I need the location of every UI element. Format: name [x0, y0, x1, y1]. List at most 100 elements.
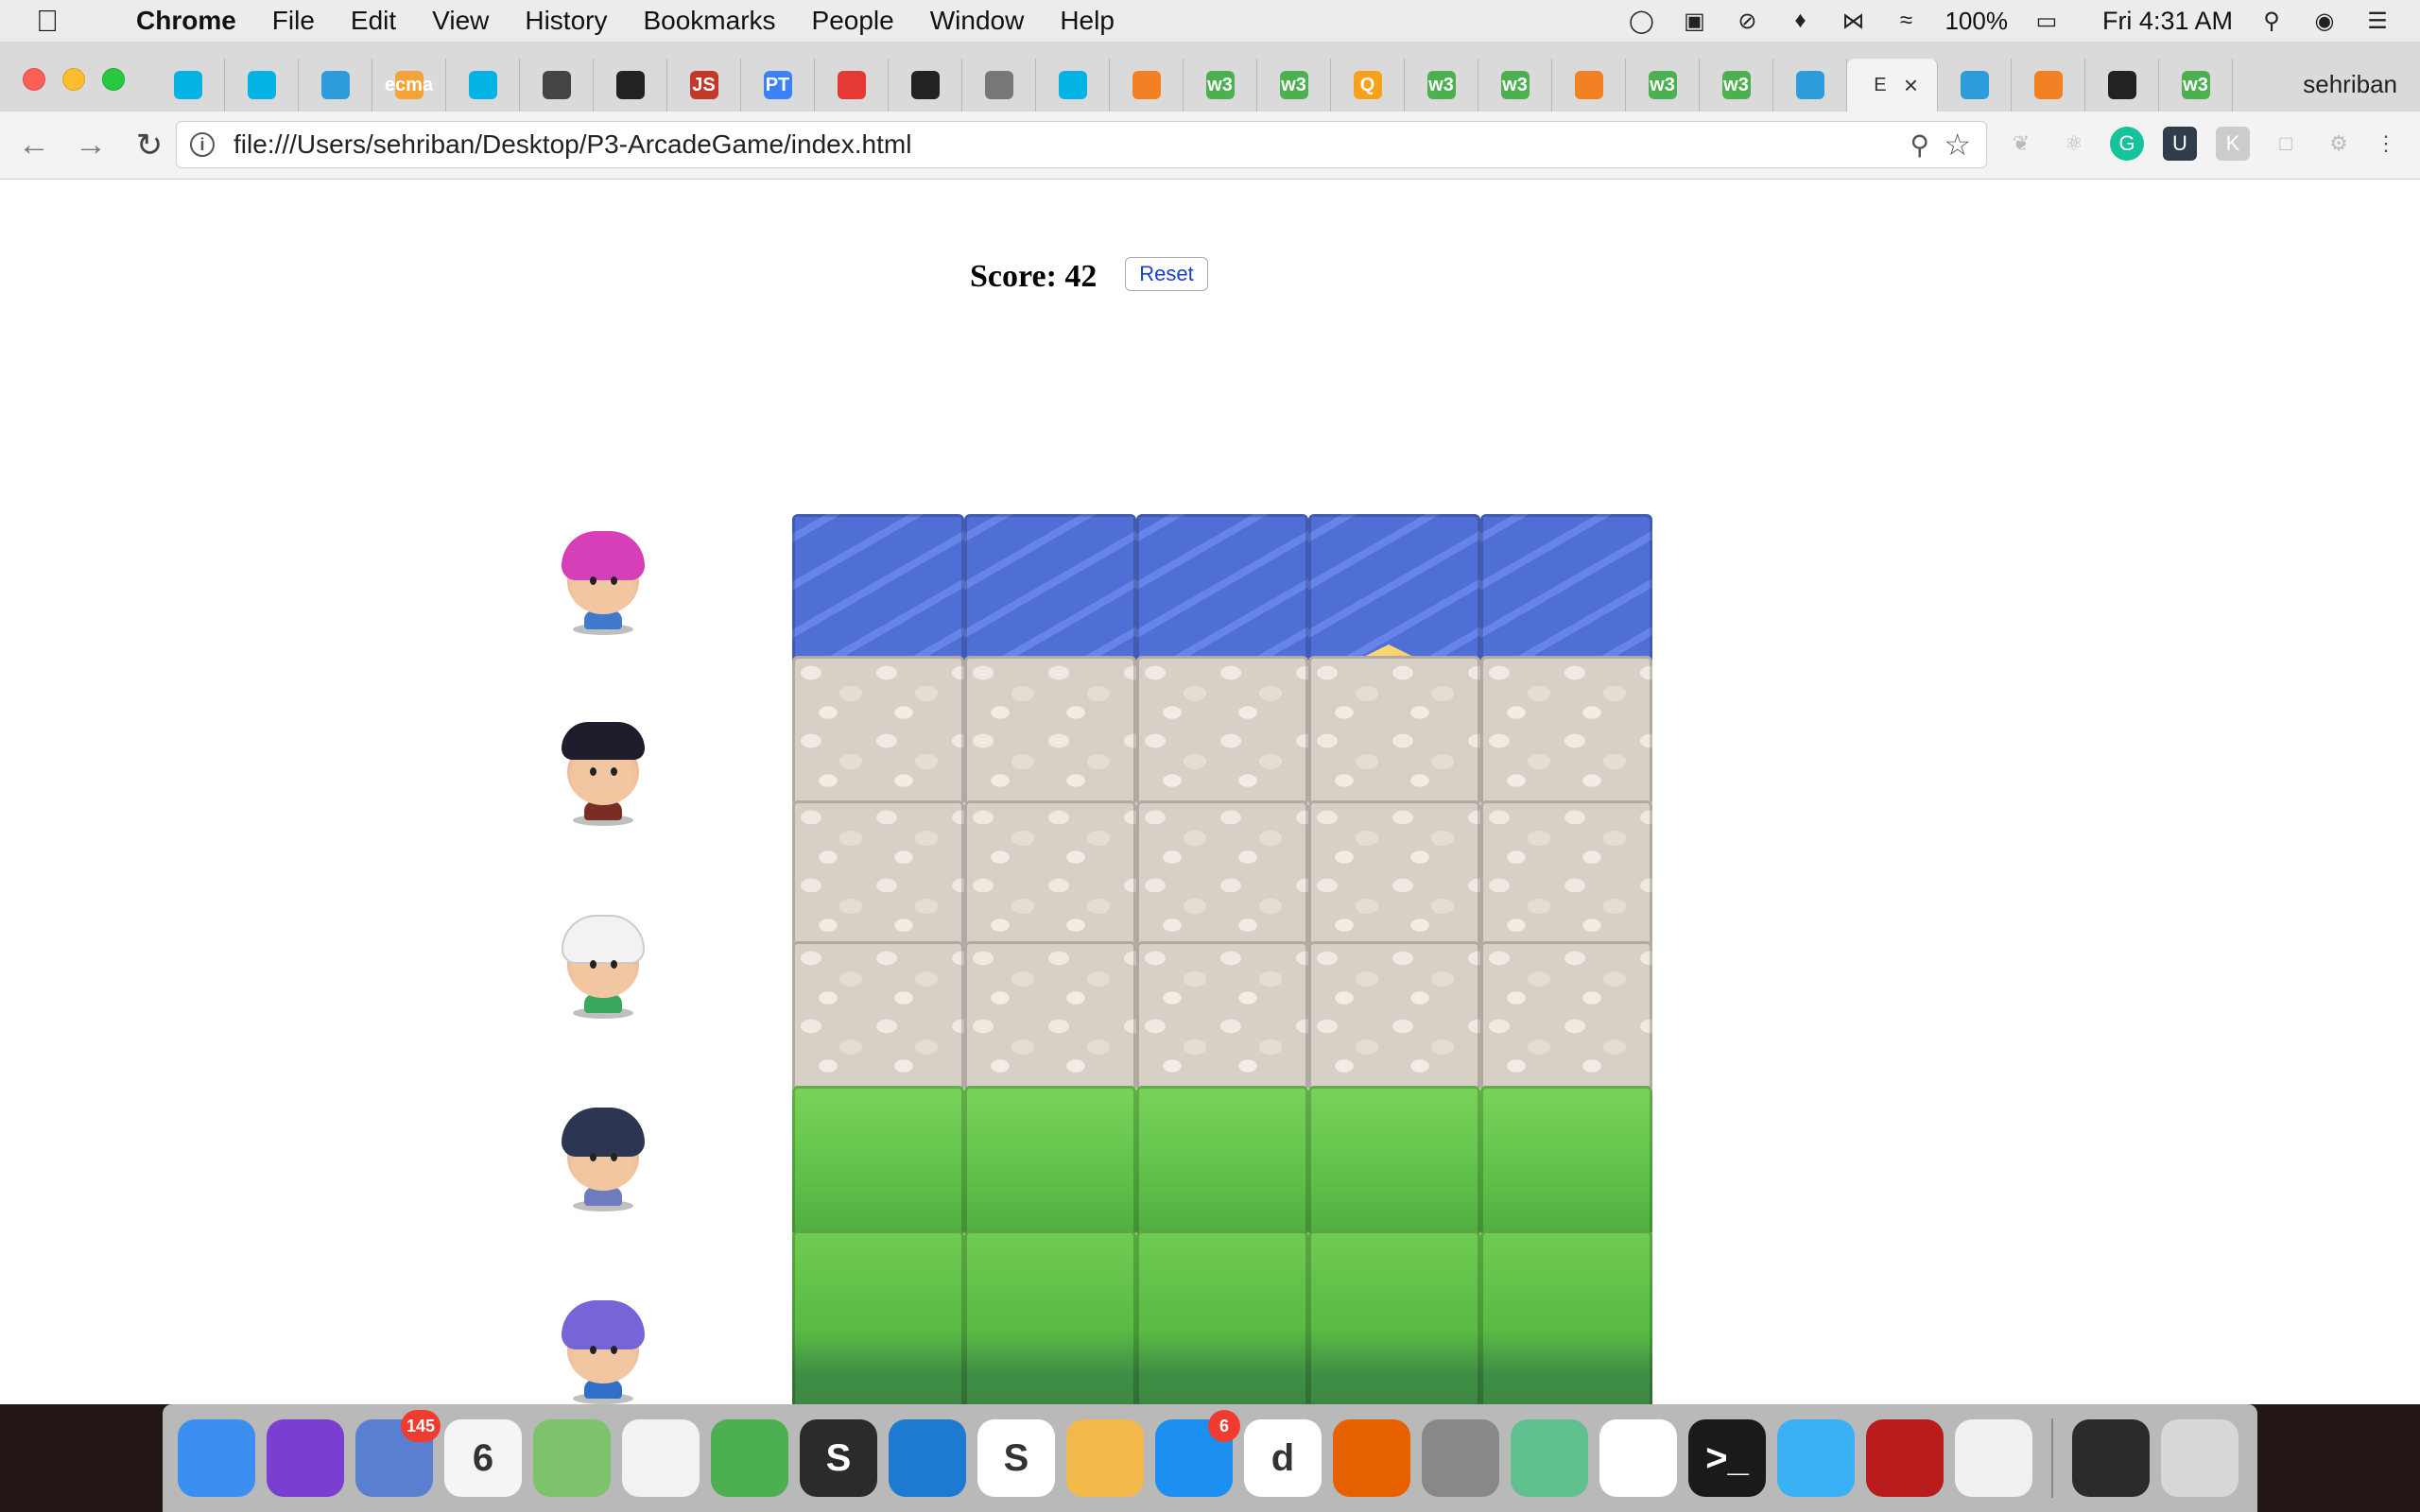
menu-window[interactable]: Window	[930, 6, 1025, 36]
menu-people[interactable]: People	[812, 6, 894, 36]
notification-center-icon[interactable]: ☰	[2363, 7, 2392, 35]
siri-icon[interactable]: ◉	[2310, 7, 2339, 35]
browser-tab[interactable]	[1773, 59, 1847, 112]
extension-k-icon[interactable]: K	[2216, 127, 2250, 161]
extension-grammarly-icon[interactable]: G	[2110, 127, 2144, 161]
browser-tab[interactable]: w3	[1184, 59, 1257, 112]
mail-icon[interactable]: 145	[355, 1410, 441, 1497]
menu-edit[interactable]: Edit	[351, 6, 396, 36]
terminal-icon[interactable]: >_	[1688, 1419, 1766, 1497]
reset-button[interactable]: Reset	[1125, 257, 1208, 291]
address-url[interactable]: file:///Users/sehriban/Desktop/P3-Arcade…	[233, 129, 911, 160]
avatar-boy[interactable]	[541, 709, 664, 832]
pages-icon[interactable]	[1066, 1419, 1144, 1497]
menu-bookmarks[interactable]: Bookmarks	[643, 6, 775, 36]
app-status-icon[interactable]: ▣	[1680, 7, 1708, 35]
evernote-icon[interactable]	[711, 1419, 788, 1497]
address-bar[interactable]: i file:///Users/sehriban/Desktop/P3-Arca…	[176, 121, 1987, 168]
d-status-icon[interactable]: ◯	[1627, 7, 1655, 35]
close-window-button[interactable]	[23, 68, 45, 91]
game-canvas[interactable]	[792, 514, 1652, 1404]
reload-button[interactable]: ↻	[130, 127, 168, 164]
avatar-cat-girl[interactable]	[541, 902, 664, 1024]
spotlight-search-icon[interactable]: ⚲	[2257, 7, 2286, 35]
finder-icon[interactable]	[178, 1419, 255, 1497]
menu-file[interactable]: File	[272, 6, 315, 36]
browser-tab[interactable]	[2012, 59, 2085, 112]
extension-react-icon[interactable]: ⚛	[2057, 127, 2091, 161]
browser-tab[interactable]	[1552, 59, 1626, 112]
browser-tab[interactable]	[594, 59, 667, 112]
browser-tab[interactable]	[815, 59, 889, 112]
screenshot-stack-icon[interactable]	[2072, 1419, 2150, 1497]
zoom-icon[interactable]: ⚲	[1910, 129, 1929, 161]
avatar-horn-girl[interactable]	[541, 1094, 664, 1217]
browser-tab[interactable]	[889, 59, 962, 112]
browser-tab[interactable]: ecma	[372, 59, 446, 112]
siri-icon[interactable]	[267, 1419, 344, 1497]
chrome-menu-icon[interactable]: ⋮	[2369, 127, 2403, 161]
browser-tab[interactable]	[299, 59, 372, 112]
profile-name[interactable]: sehriban	[2303, 70, 2397, 99]
browser-tab[interactable]	[1110, 59, 1184, 112]
avatar-princess-girl[interactable]	[541, 1287, 664, 1404]
browser-tab[interactable]	[1938, 59, 2012, 112]
site-info-icon[interactable]: i	[190, 132, 215, 157]
itunes-icon[interactable]	[1955, 1419, 2032, 1497]
acrobat-icon[interactable]	[1866, 1419, 1944, 1497]
browser-tab[interactable]: w3	[1700, 59, 1773, 112]
browser-tab[interactable]: w3	[1405, 59, 1478, 112]
calendar-icon[interactable]: 6	[444, 1419, 522, 1497]
tab-active[interactable]: E ×	[1847, 59, 1938, 112]
sync-status-icon[interactable]: ⊘	[1733, 7, 1761, 35]
slack-s-icon[interactable]: S	[977, 1419, 1055, 1497]
back-button[interactable]: ←	[15, 127, 53, 164]
browser-tab[interactable]	[225, 59, 299, 112]
browser-tab[interactable]: Q	[1331, 59, 1405, 112]
menu-clock[interactable]: Fri 4:31 AM	[2102, 7, 2233, 36]
bluetooth-icon[interactable]: ⋈	[1839, 7, 1867, 35]
evernote-status-icon[interactable]: ♦	[1786, 7, 1814, 35]
messages-icon[interactable]	[1777, 1419, 1855, 1497]
avatar-pink-girl[interactable]	[541, 518, 664, 641]
menu-help[interactable]: Help	[1060, 6, 1115, 36]
chrome-icon[interactable]	[1599, 1419, 1677, 1497]
maps-icon[interactable]	[533, 1419, 611, 1497]
browser-tab[interactable]	[151, 59, 225, 112]
menu-view[interactable]: View	[432, 6, 489, 36]
apple-icon[interactable]: 	[36, 4, 70, 39]
close-tab-icon[interactable]: ×	[1904, 71, 1918, 100]
d-app-icon[interactable]: d	[1244, 1419, 1322, 1497]
browser-tab[interactable]	[1036, 59, 1110, 112]
firefox-icon[interactable]	[1333, 1419, 1410, 1497]
app-store-icon[interactable]: 6	[1155, 1410, 1240, 1497]
zoom-window-button[interactable]	[102, 68, 125, 91]
trash-icon[interactable]	[2161, 1419, 2238, 1497]
extension-gear-icon[interactable]: ⚙	[2322, 127, 2356, 161]
bookmark-star-icon[interactable]: ☆	[1944, 127, 1971, 163]
wifi-icon[interactable]: ≈	[1892, 7, 1920, 35]
menu-app-name[interactable]: Chrome	[136, 6, 236, 36]
brackets-icon[interactable]	[889, 1419, 966, 1497]
browser-tab[interactable]	[2085, 59, 2159, 112]
browser-tab[interactable]: PT	[741, 59, 815, 112]
browser-tab[interactable]	[962, 59, 1036, 112]
extension-udacity-icon[interactable]: U	[2163, 127, 2197, 161]
menu-history[interactable]: History	[525, 6, 607, 36]
browser-tab[interactable]: w3	[1257, 59, 1331, 112]
atom-icon[interactable]	[1511, 1419, 1588, 1497]
extension-feather-icon[interactable]: ❦	[2004, 127, 2038, 161]
sublime-icon[interactable]: S	[800, 1419, 877, 1497]
photos-icon[interactable]	[622, 1419, 700, 1497]
forward-button[interactable]: →	[72, 127, 110, 164]
battery-icon[interactable]: ▭	[2032, 7, 2061, 35]
browser-tab[interactable]: JS	[667, 59, 741, 112]
extension-frame-icon[interactable]: □	[2269, 127, 2303, 161]
browser-tab[interactable]: w3	[2159, 59, 2233, 112]
browser-tab[interactable]: w3	[1626, 59, 1700, 112]
browser-tab[interactable]: w3	[1478, 59, 1552, 112]
browser-tab[interactable]	[520, 59, 594, 112]
system-preferences-icon[interactable]	[1422, 1419, 1499, 1497]
minimize-window-button[interactable]	[62, 68, 85, 91]
browser-tab[interactable]	[446, 59, 520, 112]
